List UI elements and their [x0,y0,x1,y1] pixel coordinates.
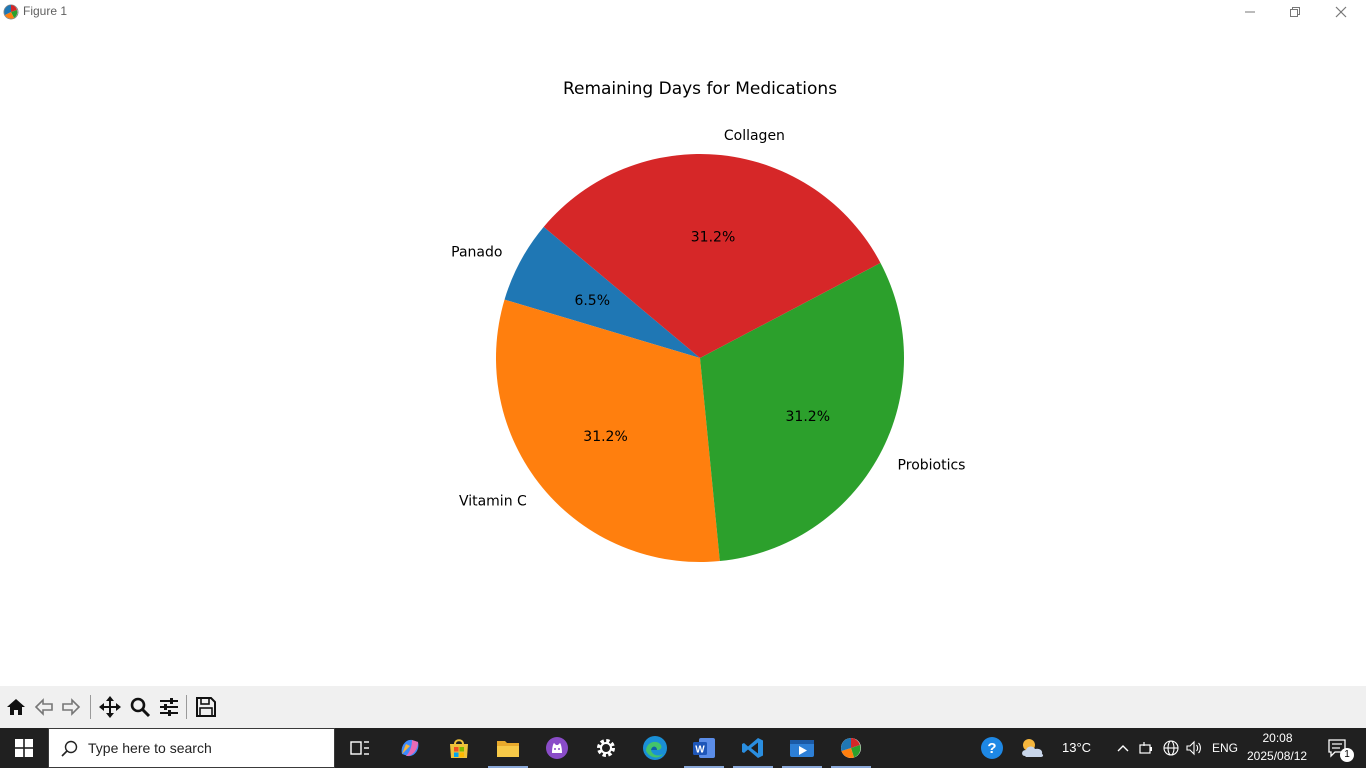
settings-icon [597,739,615,757]
toolbar-separator [90,695,91,719]
taskbar-microsoft-store[interactable] [435,728,483,768]
notification-badge: 1 [1340,748,1354,762]
taskbar-settings[interactable] [582,728,630,768]
pie-percent-label: 6.5% [574,293,610,309]
edge-icon [643,736,667,760]
taskbar-media-player[interactable] [778,728,826,768]
configure-subplots-icon [160,698,178,716]
pie-percent-label: 31.2% [691,229,735,245]
taskbar-vscode[interactable] [729,728,777,768]
pie-category-label: Vitamin C [459,494,527,510]
pie-category-label: Panado [451,245,502,261]
pan-button[interactable] [96,692,124,722]
pie-percent-label: 31.2% [786,409,830,425]
word-icon: W [693,738,715,758]
media-player-icon [790,740,814,757]
start-button[interactable] [0,728,48,768]
globe-icon [1163,740,1179,756]
configure-subplots-button[interactable] [155,692,183,722]
taskbar-copilot[interactable] [386,728,434,768]
restore-icon [1290,7,1300,17]
taskbar-help[interactable]: ? [968,728,1016,768]
search-icon [61,740,78,757]
taskbar-task-view[interactable] [336,728,384,768]
battery-icon [1139,742,1152,754]
clock-date[interactable]: 2025/08/12 [1247,749,1307,763]
taskbar-search[interactable]: Type here to search [48,728,335,768]
taskbar-file-explorer[interactable] [484,728,532,768]
python-figure-icon [841,738,861,758]
pie-category-label: Probiotics [898,457,966,473]
taskbar: Type here to search W ? 13°C ENG 20:08 2… [0,728,1366,768]
github-desktop-icon [546,737,568,759]
chevron-up-icon [1117,745,1129,752]
copilot-icon [401,739,419,757]
file-explorer-icon [497,741,519,757]
toolbar-separator [186,695,187,719]
close-icon [1335,6,1347,18]
svg-text:W: W [695,745,705,756]
battery-tray[interactable] [1137,728,1157,768]
taskbar-github-desktop[interactable] [533,728,581,768]
weather-temperature: 13°C [1062,740,1092,755]
maximize-button[interactable] [1272,0,1318,24]
windows-logo-icon [15,739,33,757]
notifications-button[interactable]: 1 [1318,728,1358,768]
close-button[interactable] [1318,0,1364,24]
volume-tray[interactable] [1183,728,1205,768]
weather-widget[interactable] [1018,728,1048,768]
help-icon: ? [981,737,1003,759]
show-hidden-icons-button[interactable] [1111,728,1135,768]
back-icon [34,698,53,716]
forward-icon [62,698,81,716]
zoom-icon [130,697,151,718]
zoom-button[interactable] [126,692,154,722]
forward-button[interactable] [57,692,85,722]
home-button[interactable] [2,692,30,722]
window-title: Figure 1 [23,4,68,18]
pie-percent-label: 31.2% [583,429,627,445]
save-icon [196,697,216,717]
minimize-button[interactable] [1227,0,1273,24]
pan-icon [99,696,121,718]
vscode-icon [742,738,763,758]
taskbar-word[interactable]: W [680,728,728,768]
clock-time[interactable]: 20:08 [1262,731,1293,745]
figure-toolbar [0,686,1366,728]
language-indicator[interactable]: ENG [1212,741,1238,755]
taskbar-edge[interactable] [631,728,679,768]
task-view-icon [350,741,369,755]
speaker-icon [1186,740,1201,756]
save-button[interactable] [192,692,220,722]
minimize-icon [1245,11,1255,13]
chart-title: Remaining Days for Medications [563,79,837,99]
taskbar-python-figure[interactable] [827,728,875,768]
partly-cloudy-icon [1022,739,1044,757]
title-bar: Figure 1 [0,0,1366,24]
figure-app-icon [3,4,19,20]
pie-chart-figure: Remaining Days for Medications 6.5% Panad… [451,79,966,562]
network-tray[interactable] [1160,728,1182,768]
microsoft-store-icon [450,739,468,758]
svg-text:?: ? [987,740,996,757]
back-button[interactable] [30,692,58,722]
search-placeholder: Type here to search [88,740,212,756]
home-icon [7,699,25,715]
pie-category-label: Collagen [724,128,785,144]
